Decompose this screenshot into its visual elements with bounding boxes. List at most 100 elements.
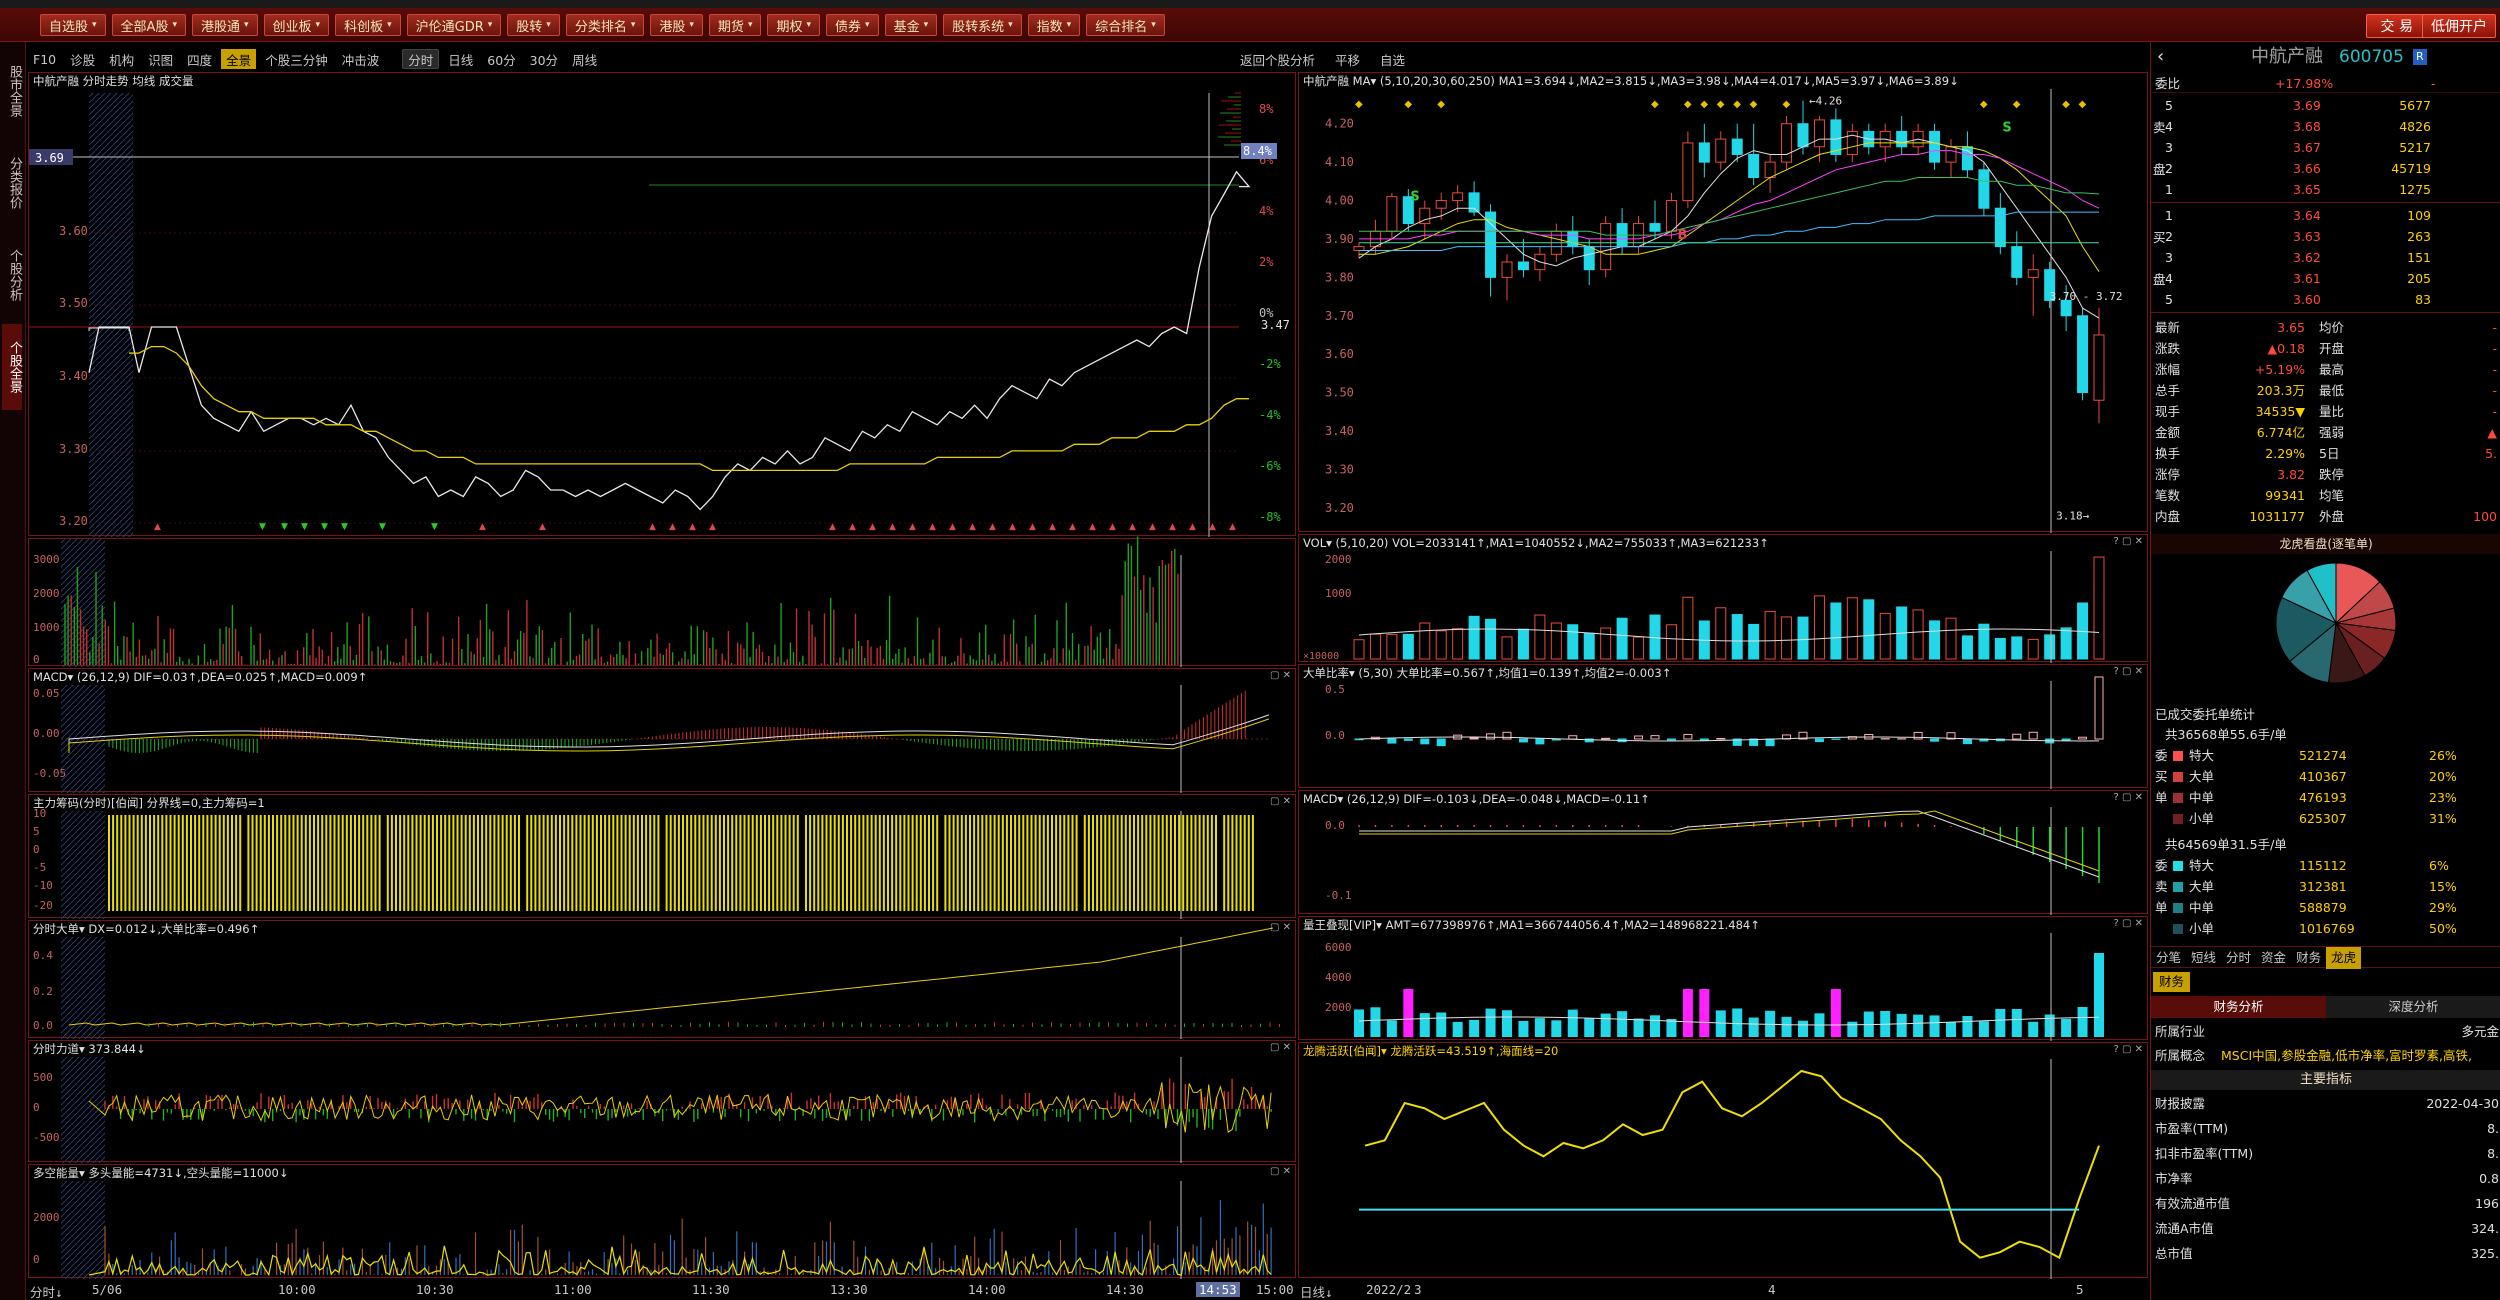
main-force-panel[interactable]: 主力筹码(分时)[伯闻] 分界线=0,主力筹码=1 ▢ ✕ 10 5 0 -5 -10-… <box>28 794 1296 919</box>
macd-intraday-panel[interactable]: MACD▾ (26,12,9) DIF=0.03↑,DEA=0.025↑,MAC… <box>28 668 1296 793</box>
axis-tick: 500 <box>33 1071 53 1084</box>
concept-row: 所属概念 MSCI中国,参股金融,低市净率,富时罗素,高铁, <box>2151 1046 2500 1065</box>
daily-volume-panel[interactable]: VOL▾ (5,10,20) VOL=2033141↑,MA1=1040552↓… <box>1298 534 2148 663</box>
sub-tab[interactable]: 个股三分钟 <box>260 49 333 69</box>
toolbar-button[interactable]: 港股通 ▾ <box>191 14 258 36</box>
stat-label: 最新 <box>2155 320 2181 335</box>
up-marker-icon: ▲ <box>1209 522 1216 532</box>
toolbar-button[interactable]: 股转 ▾ <box>507 14 560 36</box>
stat-label-2: 最高 <box>2319 362 2345 377</box>
fin-section[interactable]: 深度分析 <box>2326 996 2500 1018</box>
sub-tab[interactable]: 冲击波 <box>337 49 385 69</box>
fin-section-active[interactable]: 财务分析 <box>2151 996 2326 1018</box>
bottom-tab[interactable]: 短线 <box>2186 947 2221 969</box>
amt-bar <box>1354 1009 1364 1037</box>
left-tab[interactable]: 个股分析 <box>2 232 22 318</box>
stat-label-2: 5日 <box>2319 446 2340 461</box>
volume-king-panel[interactable]: 量王叠现[VIP]▾ AMT=677398976↑,MA1=366744056.… <box>1298 916 2148 1041</box>
bid-row: 2 3.63 263 <box>2151 227 2500 246</box>
intraday-chart-panel[interactable]: 中航产融 分时走势 均线 成交量 3.60 3.50 3.40 3.30 3.20 3.6… <box>28 72 1296 537</box>
chevron-down-icon: ▾ <box>689 20 694 30</box>
fin-label: 有效流通市值 <box>2155 1196 2231 1211</box>
toolbar-button[interactable]: 港股 ▾ <box>650 14 703 36</box>
ratio-bar <box>1486 733 1496 740</box>
chevron-down-icon: ▾ <box>315 20 321 30</box>
order-pct: 26% <box>2429 748 2457 763</box>
toolbar-button[interactable]: 全部A股 ▾ <box>111 14 186 36</box>
side-label: 单 <box>2155 790 2168 805</box>
time-axis-left[interactable]: 分时↓ <box>30 1282 63 1300</box>
period-tab[interactable]: 周线 <box>567 49 602 69</box>
sub-tab[interactable]: 全景 <box>221 49 257 69</box>
toolbar-button[interactable]: 自选股 ▾ <box>40 14 106 36</box>
right-tab[interactable]: 自选 <box>1375 49 1410 69</box>
toolbar-button[interactable]: 期权 ▾ <box>767 14 821 36</box>
back-arrow-icon[interactable]: ‹ <box>2157 44 2164 70</box>
toolbar-button[interactable]: 股转系统 ▾ <box>943 14 1022 36</box>
right-tab[interactable]: 返回个股分析 <box>1235 49 1320 69</box>
toolbar-button[interactable]: 创业板 ▾ <box>263 14 330 36</box>
trade-button[interactable]: 交 易 <box>2365 14 2428 38</box>
toolbar-button[interactable]: 综合排名 ▾ <box>1086 14 1165 36</box>
chevron-down-icon: ▾ <box>806 20 812 30</box>
color-swatch <box>2173 772 2183 782</box>
sub-tab[interactable]: 机构 <box>104 49 139 69</box>
volume-bar <box>1715 607 1727 660</box>
right-tab[interactable]: 平移 <box>1330 49 1365 69</box>
toolbar-button[interactable]: 基金 ▾ <box>884 14 938 36</box>
sub-tab[interactable]: F10 <box>28 49 61 69</box>
chevron-down-icon: ▾ <box>1066 20 1072 30</box>
fin-tab[interactable]: 财务 <box>2153 972 2191 992</box>
stat-value: 3.82 <box>2277 467 2305 482</box>
big-order-panel[interactable]: 分时大单▾ DX=0.012↓,大单比率=0.496↑ ▢ ✕ 0.4 0.2 0.… <box>28 920 1296 1039</box>
bottom-tab[interactable]: 分笔 <box>2151 947 2186 969</box>
weibi-row: 委比 +17.98% - <box>2151 74 2500 93</box>
dragon-active-panel[interactable]: 龙腾活跃[伯闻]▾ 龙腾活跃=43.519↑,海面线=20 ? ▢ ✕ <box>1298 1042 2148 1279</box>
axis-tick: 0 <box>33 653 40 666</box>
bottom-tab[interactable]: 分时 <box>2221 947 2256 969</box>
down-marker-icon: ▼ <box>301 522 308 532</box>
color-swatch <box>2173 861 2183 871</box>
toolbar-button[interactable]: 指数 ▾ <box>1027 14 1081 36</box>
macd-daily-panel[interactable]: MACD▾ (26,12,9) DIF=-0.103↓,DEA=-0.048↓,… <box>1298 790 2148 915</box>
force-panel[interactable]: 分时力道▾ 373.844↓ ▢ ✕ 500 0 -500 <box>28 1040 1296 1163</box>
color-swatch <box>2173 814 2183 824</box>
bottom-tab[interactable]: 龙虎 <box>2326 947 2362 969</box>
order-pct: 15% <box>2429 879 2457 894</box>
big-order-ratio-panel[interactable]: 大单比率▾ (5,30) 大单比率=0.567↑,均值1=0.139↑,均值2=… <box>1298 664 2148 789</box>
fin-value: 8. <box>2487 1146 2499 1161</box>
period-tab[interactable]: 30分 <box>525 49 563 69</box>
open-account-button[interactable]: 低佣开户 <box>2422 14 2496 38</box>
axis-tick: 0.4 <box>33 949 53 962</box>
order-pct: 31% <box>2429 811 2457 826</box>
stat-value: 6.774亿 <box>2256 425 2305 440</box>
sub-tab[interactable]: 四度 <box>182 49 217 69</box>
sub-tab[interactable]: 识图 <box>143 49 178 69</box>
left-tab[interactable]: 个股全景 <box>2 324 22 410</box>
period-tab[interactable]: 分时 <box>402 49 440 69</box>
sell-order-row: 委 特大 115112 6% <box>2151 856 2500 875</box>
toolbar-button[interactable]: 分类排名 ▾ <box>565 14 645 36</box>
buy-order-row: 小单 625307 31% <box>2151 809 2500 828</box>
sub-tab[interactable]: 诊股 <box>65 49 100 69</box>
daily-axis-left[interactable]: 日线↓ <box>1300 1282 1333 1300</box>
daily-kline-panel[interactable]: 中航产融 MA▾ (5,10,20,30,60,250) MA1=3.694↓,… <box>1298 72 2148 533</box>
volume-bar <box>1534 614 1546 660</box>
candle-body <box>1501 261 1513 278</box>
long-short-panel[interactable]: 多空能量▾ 多头量能=4731↓,空头量能=11000↓ ▢ ✕ 2000 0 <box>28 1164 1296 1279</box>
date-tick: 5 <box>2076 1282 2084 1297</box>
left-tab[interactable]: 股市全景 <box>2 48 22 134</box>
toolbar-button[interactable]: 科创板 ▾ <box>335 14 401 36</box>
bid-level: 5 <box>2165 292 2173 307</box>
toolbar-button[interactable]: 债券 ▾ <box>826 14 879 36</box>
left-tab[interactable]: 分类报价 <box>2 140 22 226</box>
period-tab[interactable]: 日线 <box>443 49 478 69</box>
toolbar-button[interactable]: 期货 ▾ <box>708 14 762 36</box>
toolbar-button[interactable]: 沪伦通GDR ▾ <box>406 14 502 36</box>
period-tab[interactable]: 60分 <box>482 49 520 69</box>
intraday-volume-panel[interactable]: 3000 2000 1000 0 <box>28 536 1296 667</box>
bottom-tab[interactable]: 资金 <box>2256 947 2291 969</box>
chevron-down-icon: ▾ <box>923 20 929 30</box>
bottom-tab[interactable]: 财务 <box>2291 947 2326 969</box>
